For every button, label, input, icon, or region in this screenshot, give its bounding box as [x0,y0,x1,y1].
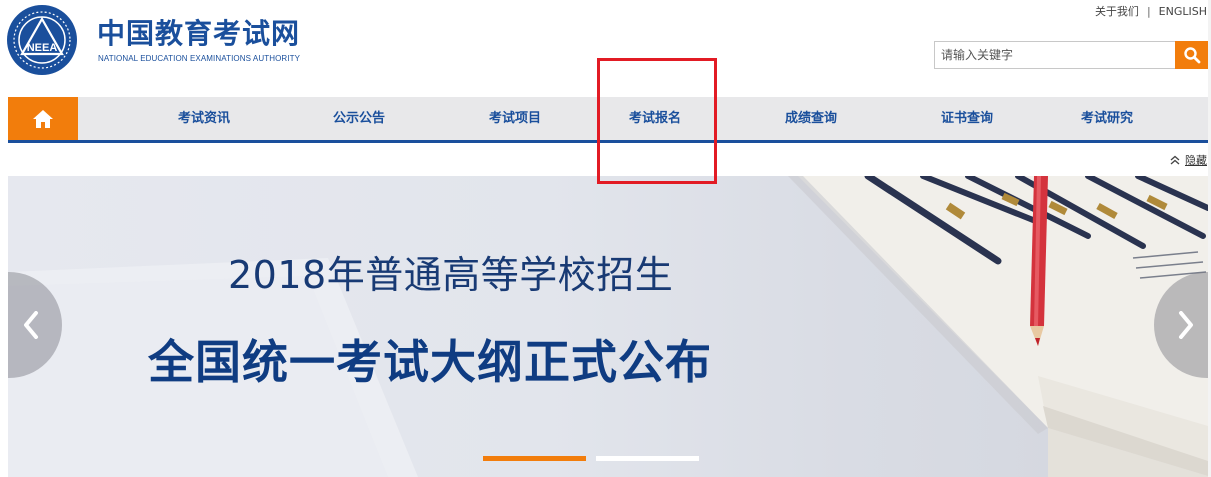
neea-emblem-icon: NEEA [7,5,77,75]
search-button[interactable] [1175,41,1208,69]
nav-item-exam-projects[interactable]: 考试项目 [489,97,541,140]
slide-indicator-1[interactable] [483,456,586,461]
emblem-text: NEEA [27,42,58,54]
search-icon [1183,47,1200,64]
banner-slider[interactable]: 2018年普通高等学校招生 全国统一考试大纲正式公布 [8,176,1208,477]
nav-item-exam-research[interactable]: 考试研究 [1081,97,1133,140]
site-subtitle: NATIONAL EDUCATION EXAMINATIONS AUTHORIT… [98,54,301,63]
nav-item-exam-registration[interactable]: 考试报名 [629,97,681,140]
hide-toggle[interactable]: 隐藏 [1169,152,1207,168]
double-chevron-up-icon [1170,155,1180,165]
about-us-link[interactable]: 关于我们 [1095,3,1139,19]
banner-title: 全国统一考试大纲正式公布 [148,335,712,389]
top-links: 关于我们 | ENGLISH [1095,3,1207,19]
nav-item-exam-news[interactable]: 考试资讯 [178,97,230,140]
english-link[interactable]: ENGLISH [1159,5,1207,18]
top-links-separator: | [1146,4,1151,18]
slide-indicator-2[interactable] [596,456,699,461]
nav-item-announcements[interactable]: 公示公告 [333,97,385,140]
home-icon [33,109,53,128]
search-bar [934,41,1208,69]
nav-item-score-query[interactable]: 成绩查询 [785,97,837,140]
chevron-left-icon [24,311,38,339]
nav-item-certificate-query[interactable]: 证书查询 [941,97,993,140]
site-title: 中国教育考试网 [97,17,301,50]
search-input[interactable] [934,41,1175,69]
nav-home-button[interactable] [8,97,78,140]
main-nav: 考试资讯 公示公告 考试项目 考试报名 成绩查询 证书查询 考试研究 [8,97,1208,143]
hide-toggle-label: 隐藏 [1185,154,1207,167]
chevron-right-icon [1179,311,1193,339]
banner-subtitle: 2018年普通高等学校招生 [228,253,674,297]
